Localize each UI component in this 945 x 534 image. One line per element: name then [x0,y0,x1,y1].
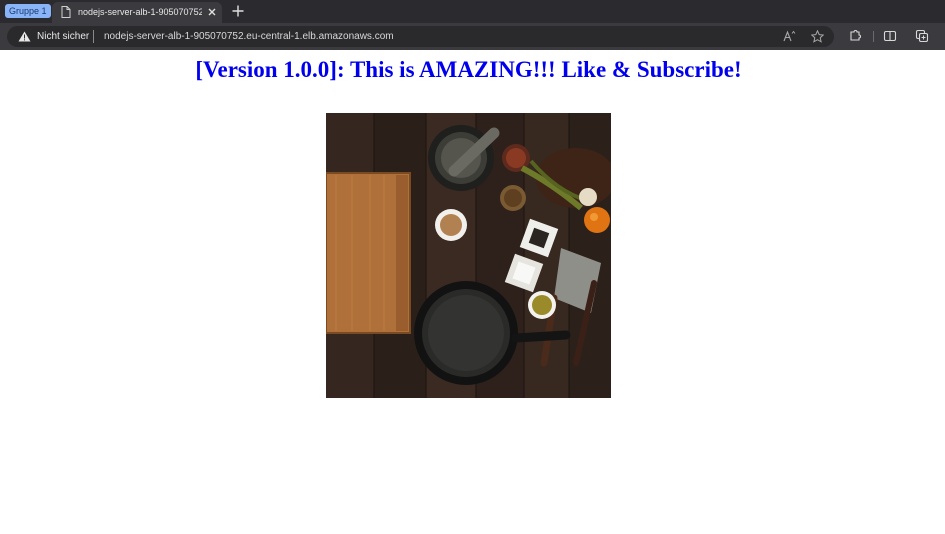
page-icon [61,6,71,18]
plus-icon[interactable] [231,4,245,18]
close-icon[interactable] [206,6,218,18]
read-aloud-icon[interactable] [783,30,796,43]
toolbar-divider [873,31,874,42]
favorite-star-icon[interactable] [811,30,824,43]
page-heading: [Version 1.0.0]: This is AMAZING!!! Like… [195,57,742,82]
security-label[interactable]: Nicht sicher [37,30,89,43]
extensions-icon[interactable] [848,29,862,43]
tab-title: nodejs-server-alb-1-905070752.eu-central… [78,7,202,17]
collections-icon[interactable] [915,29,929,43]
address-divider [93,30,94,43]
active-tab[interactable]: nodejs-server-alb-1-905070752.eu-central… [52,2,222,23]
url-text[interactable]: nodejs-server-alb-1-905070752.eu-central… [104,30,394,43]
address-bar[interactable]: Nicht sicher nodejs-server-alb-1-9050707… [7,26,834,47]
tab-group-chip[interactable]: Gruppe 1 [5,4,51,18]
kitchen-photo [326,113,611,398]
browser-toolbar: Nicht sicher nodejs-server-alb-1-9050707… [0,23,945,50]
tab-strip: Gruppe 1 nodejs-server-alb-1-905070752.e… [0,0,945,23]
warning-icon[interactable] [18,31,31,42]
split-screen-icon[interactable] [883,29,897,43]
